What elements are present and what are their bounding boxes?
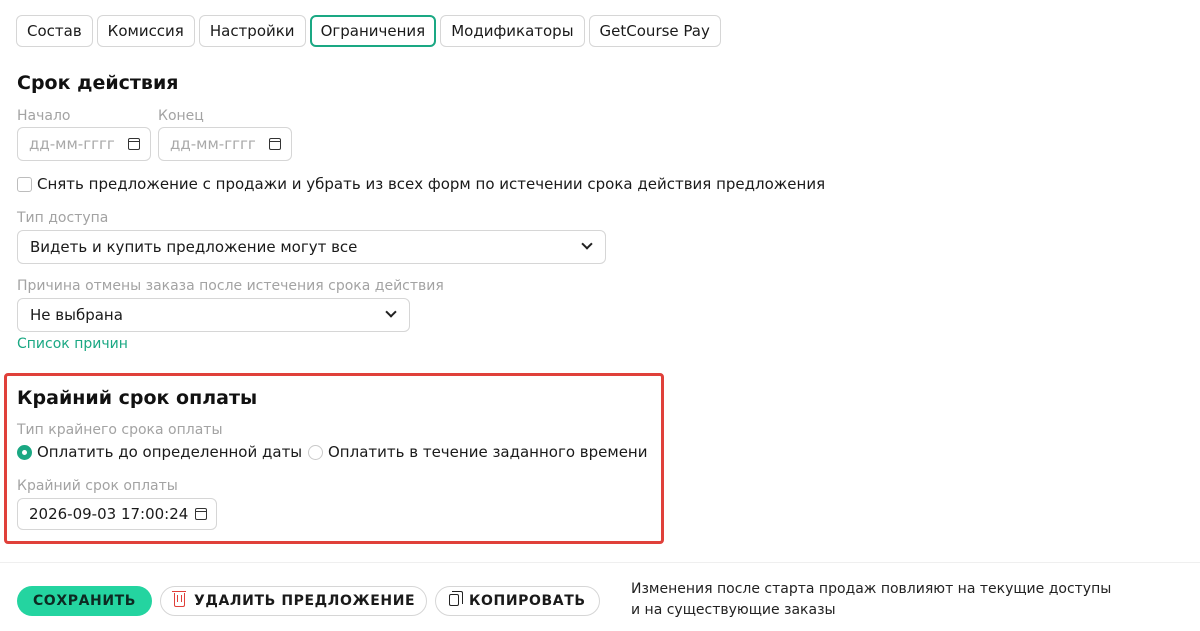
footer-divider bbox=[0, 562, 1200, 563]
cancel-reason-value: Не выбрана bbox=[30, 306, 123, 324]
start-date-placeholder: дд-мм-гггг bbox=[29, 135, 115, 153]
save-button[interactable]: СОХРАНИТЬ bbox=[17, 586, 152, 616]
tab-bar: Состав Комиссия Настройки Ограничения Мо… bbox=[16, 15, 721, 47]
tab-commission[interactable]: Комиссия bbox=[96, 15, 195, 47]
remove-from-sale-checkbox[interactable] bbox=[17, 177, 32, 192]
remove-from-sale-label[interactable]: Снять предложение с продажи и убрать из … bbox=[37, 175, 825, 193]
radio-pay-within-time[interactable] bbox=[308, 445, 323, 460]
payment-deadline-title: Крайний срок оплаты bbox=[17, 387, 258, 409]
radio-pay-within-time-label[interactable]: Оплатить в течение заданного времени bbox=[328, 443, 647, 461]
cancel-reason-select[interactable]: Не выбрана bbox=[17, 298, 410, 332]
deadline-value: 2026-09-03 17:00:24 bbox=[29, 505, 189, 523]
start-date-input[interactable]: дд-мм-гггг bbox=[17, 127, 151, 161]
chevron-down-icon bbox=[385, 306, 397, 318]
tab-modifiers[interactable]: Модификаторы bbox=[440, 15, 585, 47]
validity-section-title: Срок действия bbox=[17, 72, 179, 94]
calendar-icon[interactable] bbox=[128, 138, 140, 150]
changes-notice: Изменения после старта продаж повлияют н… bbox=[631, 579, 1111, 621]
trash-icon bbox=[172, 591, 186, 607]
chevron-down-icon bbox=[581, 238, 593, 250]
copy-label: КОПИРОВАТЬ bbox=[469, 593, 586, 609]
cancel-reason-label: Причина отмены заказа после истечения ср… bbox=[17, 278, 444, 294]
calendar-icon[interactable] bbox=[195, 508, 207, 520]
delete-offer-button[interactable]: УДАЛИТЬ ПРЕДЛОЖЕНИЕ bbox=[160, 586, 427, 616]
deadline-label: Крайний срок оплаты bbox=[17, 478, 178, 494]
end-date-label: Конец bbox=[158, 108, 204, 124]
access-type-select[interactable]: Видеть и купить предложение могут все bbox=[17, 230, 606, 264]
changes-notice-line1: Изменения после старта продаж повлияют н… bbox=[631, 581, 1112, 597]
access-type-label: Тип доступа bbox=[17, 210, 109, 226]
end-date-placeholder: дд-мм-гггг bbox=[170, 135, 256, 153]
copy-button[interactable]: КОПИРОВАТЬ bbox=[435, 586, 600, 616]
end-date-input[interactable]: дд-мм-гггг bbox=[158, 127, 292, 161]
deadline-datetime-input[interactable]: 2026-09-03 17:00:24 bbox=[17, 498, 217, 530]
radio-pay-by-date-label[interactable]: Оплатить до определенной даты bbox=[37, 443, 302, 461]
payment-deadline-type-label: Тип крайнего срока оплаты bbox=[17, 422, 223, 438]
tab-getcourse-pay[interactable]: GetCourse Pay bbox=[588, 15, 721, 47]
tab-composition[interactable]: Состав bbox=[16, 15, 93, 47]
copy-icon bbox=[449, 591, 463, 606]
tab-settings[interactable]: Настройки bbox=[198, 15, 306, 47]
reasons-list-link[interactable]: Список причин bbox=[17, 336, 128, 352]
tab-restrictions[interactable]: Ограничения bbox=[309, 15, 437, 47]
calendar-icon[interactable] bbox=[269, 138, 281, 150]
start-date-label: Начало bbox=[17, 108, 71, 124]
changes-notice-line2: и на существующие заказы bbox=[631, 602, 836, 618]
radio-pay-by-date[interactable] bbox=[17, 445, 32, 460]
access-type-value: Видеть и купить предложение могут все bbox=[30, 238, 358, 256]
delete-offer-label: УДАЛИТЬ ПРЕДЛОЖЕНИЕ bbox=[194, 593, 416, 609]
